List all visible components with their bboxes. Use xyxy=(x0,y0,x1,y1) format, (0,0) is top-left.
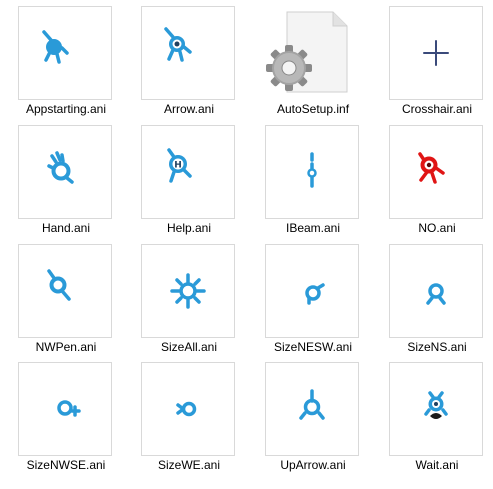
file-name: Hand.ani xyxy=(41,221,91,235)
svg-text:H: H xyxy=(174,161,182,171)
file-thumbnail xyxy=(18,125,112,219)
file-item-sizens[interactable]: SizeNS.ani xyxy=(385,244,493,360)
file-thumbnail xyxy=(389,244,483,338)
sizenesw-cursor-icon xyxy=(305,283,325,305)
file-name: Help.ani xyxy=(166,221,212,235)
file-name: IBeam.ani xyxy=(285,221,341,235)
file-thumbnail xyxy=(389,362,483,456)
file-name: UpArrow.ani xyxy=(280,458,346,472)
no-cursor-icon xyxy=(418,152,445,184)
file-thumbnail xyxy=(265,125,359,219)
file-thumbnail xyxy=(265,6,359,100)
sizenwse-cursor-icon xyxy=(57,400,81,417)
file-item-crosshair[interactable]: Crosshair.ani xyxy=(385,6,493,122)
file-item-ibeam[interactable]: IBeam.ani xyxy=(261,125,373,241)
file-item-nwpen[interactable]: NWPen.ani xyxy=(14,244,126,360)
sizeall-cursor-icon xyxy=(170,273,206,309)
help-cursor-icon: H xyxy=(167,148,192,183)
file-thumbnail xyxy=(265,362,359,456)
file-name: NO.ani xyxy=(418,221,456,235)
file-grid: Appstarting.ani Arrow.ani AutoSetup.inf … xyxy=(0,0,493,489)
file-item-sizenwse[interactable]: SizeNWSE.ani xyxy=(14,362,126,478)
file-item-wait[interactable]: Wait.ani xyxy=(385,362,493,478)
file-item-uparrow[interactable]: UpArrow.ani xyxy=(261,362,373,478)
setup-info-file-icon xyxy=(266,11,348,93)
file-thumbnail xyxy=(18,362,112,456)
file-name: SizeNS.ani xyxy=(407,340,467,354)
appstarting-cursor-icon xyxy=(42,30,69,64)
file-item-appstarting[interactable]: Appstarting.ani xyxy=(14,6,126,122)
file-thumbnail xyxy=(389,6,483,100)
file-item-hand[interactable]: Hand.ani xyxy=(14,125,126,241)
file-item-sizeall[interactable]: SizeAll.ani xyxy=(137,244,249,360)
file-name: SizeAll.ani xyxy=(160,340,218,354)
file-thumbnail xyxy=(141,6,235,100)
file-name: SizeWE.ani xyxy=(157,458,221,472)
sizewe-cursor-icon xyxy=(176,401,197,417)
wait-cursor-icon xyxy=(424,391,448,419)
file-name: SizeNESW.ani xyxy=(273,340,353,354)
file-item-autosetup[interactable]: AutoSetup.inf xyxy=(261,6,373,122)
ibeam-cursor-icon xyxy=(307,152,317,188)
file-thumbnail xyxy=(389,125,483,219)
file-thumbnail xyxy=(265,244,359,338)
file-name: Arrow.ani xyxy=(163,102,215,116)
file-item-sizewe[interactable]: SizeWE.ani xyxy=(137,362,249,478)
file-name: Appstarting.ani xyxy=(25,102,107,116)
sizens-cursor-icon xyxy=(426,283,446,305)
file-item-sizenesw[interactable]: SizeNESW.ani xyxy=(261,244,373,360)
uparrow-cursor-icon xyxy=(299,389,325,420)
hand-cursor-icon xyxy=(47,151,74,184)
crosshair-cursor-icon xyxy=(423,40,449,66)
arrow-cursor-icon xyxy=(164,27,192,62)
file-thumbnail: H xyxy=(141,125,235,219)
file-thumbnail xyxy=(18,244,112,338)
file-name: AutoSetup.inf xyxy=(276,102,350,116)
nwpen-cursor-icon xyxy=(47,269,71,301)
file-item-help[interactable]: H Help.ani xyxy=(137,125,249,241)
file-item-arrow[interactable]: Arrow.ani xyxy=(137,6,249,122)
file-name: Crosshair.ani xyxy=(401,102,473,116)
file-thumbnail xyxy=(141,244,235,338)
file-name: SizeNWSE.ani xyxy=(26,458,106,472)
file-name: NWPen.ani xyxy=(35,340,97,354)
file-item-no[interactable]: NO.ani xyxy=(385,125,493,241)
file-name: Wait.ani xyxy=(415,458,459,472)
file-thumbnail xyxy=(141,362,235,456)
file-thumbnail xyxy=(18,6,112,100)
